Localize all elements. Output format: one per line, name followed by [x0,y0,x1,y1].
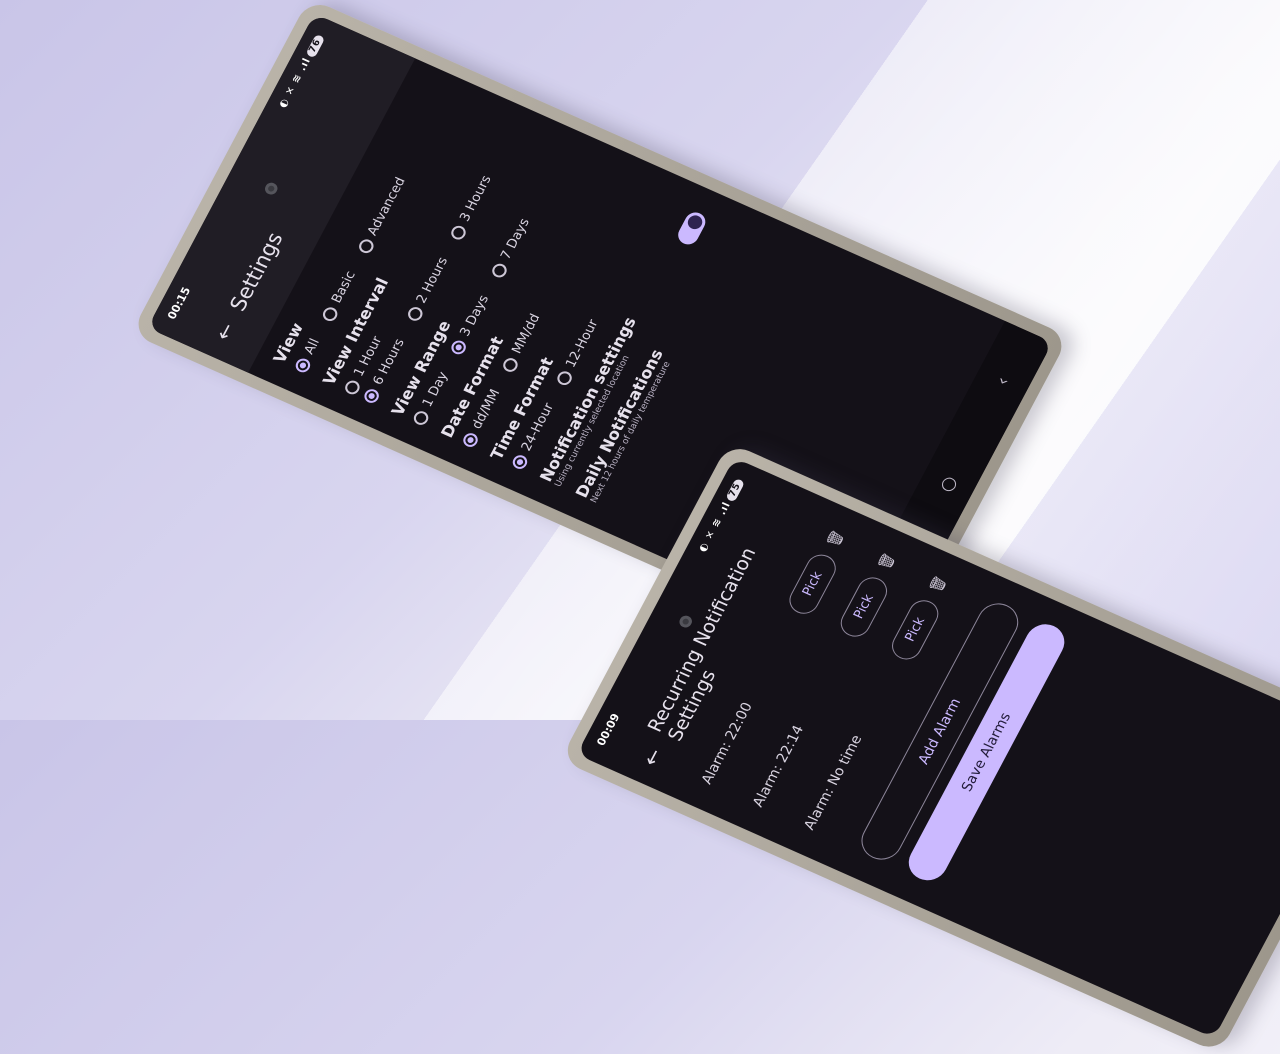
pick-button[interactable]: Pick [886,595,944,664]
alarms-screen: 00:09 ◐ ✕ ≋ .ıl75 ← Recurring Notificati… [576,457,1280,1039]
status-icons: ◐ ✕ ≋ .ıl76 [277,33,326,110]
status-time: 00:15 [164,285,194,322]
radio-selected-icon [361,386,381,405]
battery-icon: 76 [305,33,326,58]
radio-unselected-icon [489,261,509,280]
back-arrow-icon[interactable]: ← [210,319,240,344]
trash-icon[interactable]: 🗑 [927,573,950,595]
trash-icon[interactable]: 🗑 [876,551,899,573]
signal-icons: ◐ ✕ ≋ .ıl [696,500,734,554]
trash-icon[interactable]: 🗑 [825,528,848,550]
radio-unselected-icon [355,237,376,256]
radio-selected-icon [460,430,480,449]
home-icon[interactable]: ○ [935,473,962,495]
radio-label: All [301,336,324,357]
radio-selected-icon [292,356,313,375]
status-time: 00:09 [594,711,623,748]
radio-selected-icon [509,452,530,471]
front-camera [262,180,280,197]
radio-unselected-icon [500,355,520,374]
radio-unselected-icon [320,304,340,323]
back-arrow-icon[interactable]: ← [637,745,667,770]
battery-icon: 75 [725,478,746,502]
signal-icons: ◐ ✕ ≋ .ıl [277,56,314,110]
radio-unselected-icon [404,305,425,324]
status-icons: ◐ ✕ ≋ .ıl75 [696,478,746,554]
radio-unselected-icon [554,369,574,388]
radio-unselected-icon [448,223,468,242]
radio-selected-icon [448,338,468,357]
radio-unselected-icon [342,378,362,397]
back-icon[interactable]: ‹ [991,374,1014,389]
radio-unselected-icon [410,408,431,427]
page-title: Settings [225,228,288,315]
